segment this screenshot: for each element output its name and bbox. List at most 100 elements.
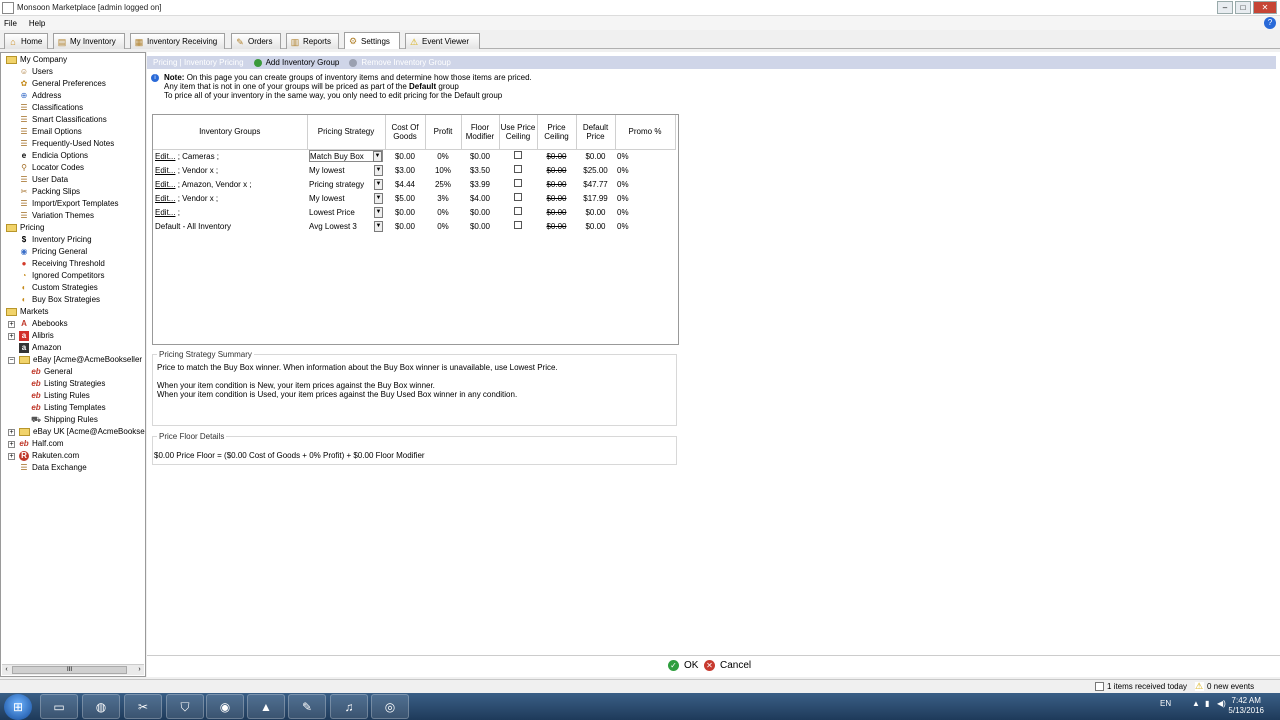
promo-cell[interactable]: 0% — [615, 219, 675, 233]
minimize-button[interactable]: – — [1217, 1, 1233, 14]
tree-item-ebay-listing-strategies[interactable]: eb Listing Strategies — [31, 378, 105, 390]
cost-cell[interactable]: $0.00 — [385, 219, 425, 233]
table-row[interactable]: Edit... ; Lowest Price ▼ $0.00 0% $0.00 $… — [153, 205, 675, 219]
scroll-left-icon[interactable]: ‹ — [2, 665, 11, 675]
close-button[interactable]: ✕ — [1253, 1, 1277, 14]
edit-link[interactable]: Edit... — [155, 152, 175, 161]
use-ceiling-checkbox[interactable] — [514, 179, 522, 187]
promo-cell[interactable]: 0% — [615, 177, 675, 191]
strategy-dropdown[interactable]: Lowest Price ▼ — [309, 206, 383, 218]
floor-cell[interactable]: $0.00 — [461, 219, 499, 233]
edit-link[interactable]: Edit... — [155, 208, 175, 217]
table-row[interactable]: Edit... ; Vendor x ; My lowest ▼ $3.00 10… — [153, 163, 675, 177]
strategy-dropdown[interactable]: Pricing strategy ▼ — [309, 178, 383, 190]
edit-link[interactable]: Edit... — [155, 166, 175, 175]
default-price-cell[interactable]: $47.77 — [576, 177, 615, 191]
language-indicator[interactable]: EN — [1160, 699, 1171, 708]
use-ceiling-checkbox[interactable] — [514, 207, 522, 215]
explorer-icon[interactable]: ▭ — [40, 694, 78, 719]
tree-item-users[interactable]: ☺ Users — [19, 66, 53, 78]
floor-cell[interactable]: $0.00 — [461, 149, 499, 163]
profit-cell[interactable]: 10% — [425, 163, 461, 177]
use-ceiling-checkbox[interactable] — [514, 221, 522, 229]
menu-file[interactable]: File — [4, 19, 17, 28]
tree-item-locator-codes[interactable]: ⚲ Locator Codes — [19, 162, 84, 174]
edit-link[interactable]: Edit... — [155, 180, 175, 189]
chrome-icon[interactable]: ◎ — [371, 694, 409, 719]
expand-icon[interactable]: + — [8, 453, 15, 460]
volume-icon[interactable]: ◀) — [1217, 699, 1226, 708]
expand-icon[interactable]: + — [8, 321, 15, 328]
tree-item-receiving-threshold[interactable]: ● Receiving Threshold — [19, 258, 105, 270]
table-row[interactable]: Default - All Inventory Avg Lowest 3 ▼ $0… — [153, 219, 675, 233]
tree-item-packing-slips[interactable]: ✂ Packing Slips — [19, 186, 80, 198]
tree-item-rakuten[interactable]: R Rakuten.com — [19, 450, 79, 462]
snipping-tool-icon[interactable]: ✂ — [124, 694, 162, 719]
scrollbar-thumb[interactable]: III — [12, 666, 127, 674]
tree-item-general-preferences[interactable]: ✿ General Preferences — [19, 78, 106, 90]
floor-cell[interactable]: $0.00 — [461, 205, 499, 219]
tree-item-amazon[interactable]: a Amazon — [19, 342, 61, 354]
tree-item-inventory-pricing[interactable]: $ Inventory Pricing — [19, 234, 92, 246]
tree-markets[interactable]: Markets — [6, 306, 48, 318]
table-row[interactable]: Edit... ; Amazon, Vendor x ; Pricing str… — [153, 177, 675, 191]
firefox-icon[interactable]: ◍ — [82, 694, 120, 719]
tree-item-import-export-templates[interactable]: ☰ Import/Export Templates — [19, 198, 118, 210]
tree-item-address[interactable]: ⊕ Address — [19, 90, 62, 102]
cancel-button[interactable]: ✕ Cancel — [704, 660, 751, 671]
col-header[interactable]: Default Price — [576, 115, 616, 150]
cost-cell[interactable]: $3.00 — [385, 163, 425, 177]
table-row[interactable]: Edit... ; Vendor x ; My lowest ▼ $5.00 3%… — [153, 191, 675, 205]
col-header[interactable]: Pricing Strategy — [307, 115, 386, 150]
itunes-icon[interactable]: ♫ — [330, 694, 368, 719]
tree-item-frequently-used-notes[interactable]: ☰ Frequently-Used Notes — [19, 138, 114, 150]
tab-orders[interactable]: ✎ Orders — [231, 33, 281, 49]
expand-icon[interactable]: + — [8, 429, 15, 436]
tree-item-pricing-general[interactable]: ◉ Pricing General — [19, 246, 88, 258]
paint-icon[interactable]: ▲ — [247, 694, 285, 719]
tree-item-custom-strategies[interactable]: ◐ Custom Strategies — [19, 282, 98, 294]
tree-pricing[interactable]: Pricing — [6, 222, 44, 234]
tree-my-company[interactable]: My Company — [6, 54, 67, 66]
tree-item-email-options[interactable]: ☰ Email Options — [19, 126, 81, 138]
promo-cell[interactable]: 0% — [615, 191, 675, 205]
network-icon[interactable]: ▮ — [1205, 699, 1209, 708]
tree-item-half-com[interactable]: eb Half.com — [19, 438, 63, 450]
help-icon[interactable]: ? — [1264, 17, 1276, 29]
sidebar-horizontal-scrollbar[interactable]: ‹ III › — [2, 664, 144, 675]
col-header[interactable]: Cost Of Goods — [385, 115, 426, 150]
floor-cell[interactable]: $4.00 — [461, 191, 499, 205]
tree-item-data-exchange[interactable]: ☰ Data Exchange — [19, 462, 86, 474]
strategy-dropdown[interactable]: My lowest ▼ — [309, 192, 383, 204]
col-header[interactable]: Floor Modifier — [461, 115, 500, 150]
system-clock[interactable]: 7:42 AM 5/13/2016 — [1228, 696, 1264, 716]
floor-cell[interactable]: $3.99 — [461, 177, 499, 191]
cost-cell[interactable]: $0.00 — [385, 205, 425, 219]
tree-item-endicia-options[interactable]: e Endicia Options — [19, 150, 88, 162]
tab-inventory-receiving[interactable]: ▦ Inventory Receiving — [130, 33, 225, 49]
mcafee-icon[interactable]: ⛉ — [166, 694, 204, 719]
default-price-cell[interactable]: $25.00 — [576, 163, 615, 177]
new-events-status[interactable]: ⚠ 0 new events — [1195, 682, 1254, 691]
cost-cell[interactable]: $5.00 — [385, 191, 425, 205]
use-ceiling-checkbox[interactable] — [514, 151, 522, 160]
tree-item-ebay-listing-rules[interactable]: eb Listing Rules — [31, 390, 89, 402]
col-header[interactable]: Price Ceiling — [537, 115, 577, 150]
add-inventory-group-button[interactable]: Add Inventory Group — [253, 58, 339, 67]
promo-cell[interactable]: 0% — [615, 149, 675, 163]
tree-item-ebay-general[interactable]: eb General — [31, 366, 72, 378]
tab-my-inventory[interactable]: ▤ My Inventory — [53, 33, 125, 49]
col-header[interactable]: Use Price Ceiling — [499, 115, 538, 150]
promo-cell[interactable]: 0% — [615, 163, 675, 177]
strategy-dropdown[interactable]: Avg Lowest 3 ▼ — [309, 220, 383, 232]
tree-item-ebay-listing-templates[interactable]: eb Listing Templates — [31, 402, 105, 414]
strategy-dropdown[interactable]: My lowest ▼ — [309, 164, 383, 176]
table-row[interactable]: Edit... ; Cameras ; Match Buy Box ▼ $0.00… — [153, 149, 675, 163]
default-price-cell[interactable]: $0.00 — [576, 219, 615, 233]
profit-cell[interactable]: 0% — [425, 219, 461, 233]
tree-item-ebay-shipping-rules[interactable]: ⛟ Shipping Rules — [31, 414, 98, 426]
default-price-cell[interactable]: $17.99 — [576, 191, 615, 205]
remove-inventory-group-button[interactable]: Remove Inventory Group — [349, 58, 451, 67]
default-price-cell[interactable]: $0.00 — [576, 205, 615, 219]
tree-item-alibris[interactable]: a Alibris — [19, 330, 54, 342]
